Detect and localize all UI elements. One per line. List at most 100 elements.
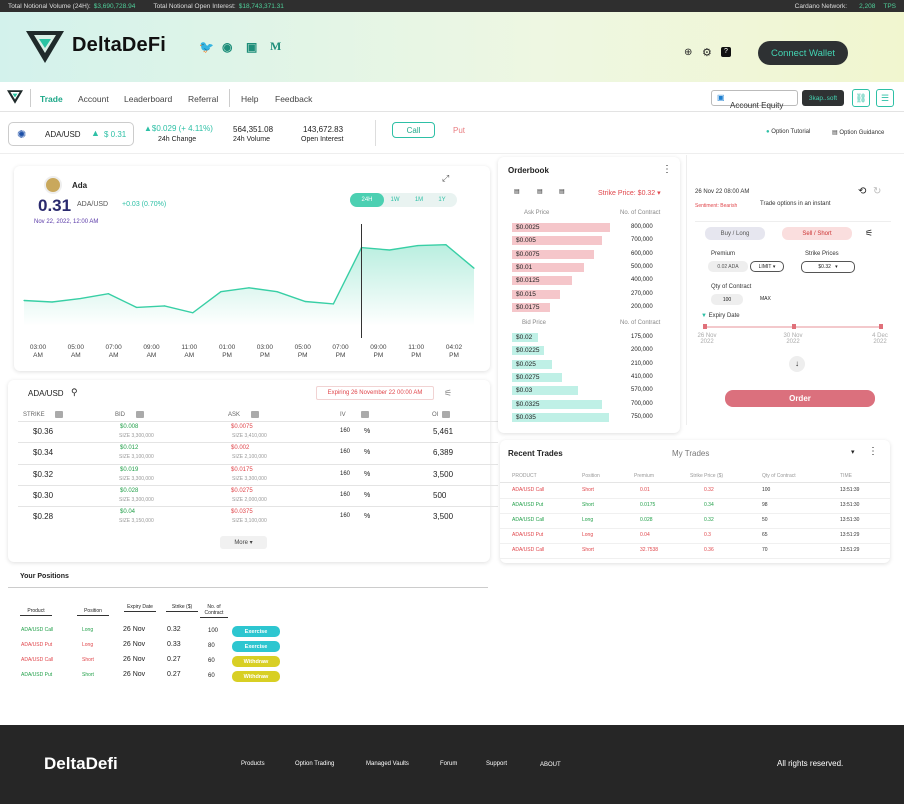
- sort-icon[interactable]: [251, 411, 259, 418]
- gear-icon[interactable]: ⚙: [702, 46, 712, 59]
- history-icon[interactable]: ⟲: [858, 186, 866, 197]
- book-view-asks-icon[interactable]: ▤: [559, 188, 565, 195]
- sort-icon[interactable]: [361, 411, 369, 418]
- tutorial-link[interactable]: ● Option Tutorial: [766, 129, 810, 135]
- strike-label: Strike Prices: [805, 251, 839, 257]
- nav-logo-icon[interactable]: [7, 90, 23, 104]
- iv-pct: %: [364, 449, 371, 457]
- market-bar: ✺ ADA/USD ▲ $ 0.31 ▲$0.029 (+ 4.11%) 24h…: [0, 114, 904, 154]
- book-view-both-icon[interactable]: ▤: [514, 188, 520, 195]
- nav-trade[interactable]: Trade: [40, 94, 63, 104]
- pair-selector[interactable]: ✺ ADA/USD ▲ $ 0.31: [8, 122, 134, 146]
- logo-icon[interactable]: [26, 31, 64, 63]
- put-button[interactable]: Put: [453, 126, 465, 135]
- call-button[interactable]: Call: [392, 122, 435, 138]
- more-vert-icon[interactable]: ⋮: [662, 164, 672, 175]
- link-icon[interactable]: ⛓: [852, 89, 870, 107]
- range-24h[interactable]: 24H: [350, 193, 384, 207]
- chevron-down-icon: ▾: [249, 540, 253, 546]
- connect-wallet-button[interactable]: Connect Wallet: [758, 41, 848, 65]
- discord-icon[interactable]: ▣: [246, 40, 257, 54]
- range-1w[interactable]: 1W: [386, 193, 404, 207]
- max-button[interactable]: MAX: [760, 296, 771, 302]
- nav-account[interactable]: Account: [78, 94, 109, 104]
- refresh-icon[interactable]: ↻: [873, 186, 881, 197]
- bid-level[interactable]: $0.035: [512, 412, 609, 422]
- oi-cell: 3,500: [433, 469, 454, 479]
- exercise-button[interactable]: Exercise: [232, 641, 280, 652]
- chart-point: [473, 267, 475, 269]
- strike-selector[interactable]: Strike Price: $0.32 ▾: [598, 189, 661, 197]
- expiry-handle[interactable]: [703, 324, 707, 329]
- nav-leaderboard[interactable]: Leaderboard: [124, 94, 172, 104]
- ask-level[interactable]: $0.0025: [512, 223, 610, 232]
- footer-link-products[interactable]: Products: [241, 761, 265, 767]
- chart-point: [276, 291, 278, 293]
- filter-icon[interactable]: ⚟: [444, 388, 452, 399]
- nav-feedback[interactable]: Feedback: [275, 94, 312, 104]
- bid-level[interactable]: $0.03: [512, 386, 578, 396]
- globe-icon[interactable]: ⊕: [684, 47, 692, 58]
- ask-level[interactable]: $0.015: [512, 289, 560, 299]
- bid-level[interactable]: $0.02: [512, 333, 538, 342]
- bid-size: SIZE 3,300,000: [119, 433, 154, 439]
- strike-cell: $0.36: [33, 427, 54, 436]
- sort-icon[interactable]: [442, 411, 450, 418]
- book-view-bids-icon[interactable]: ▤: [537, 188, 543, 195]
- price-chart[interactable]: 03:00AM05:00AM07:00AM09:00AM11:00AM01:00…: [14, 216, 490, 371]
- sort-icon[interactable]: [55, 411, 63, 418]
- footer-link-about[interactable]: ABOUT: [540, 762, 561, 768]
- range-1y[interactable]: 1Y: [433, 193, 451, 207]
- account-equity-button[interactable]: ▣ Account Equity: [711, 90, 798, 110]
- ask-level[interactable]: $0.0125: [512, 276, 572, 286]
- more-button[interactable]: More ▾: [220, 536, 267, 549]
- expiry-selector[interactable]: Expiring 26 November 22 00:00 AM: [316, 386, 434, 400]
- exercise-button[interactable]: Exercise: [232, 626, 280, 637]
- range-1m[interactable]: 1M: [410, 193, 428, 207]
- strike-select[interactable]: $0.32 ▾: [801, 261, 855, 273]
- guidance-label: Option Guidance: [839, 130, 885, 136]
- buy-long-button[interactable]: Buy / Long: [705, 227, 765, 240]
- ask-level[interactable]: $0.0075: [512, 249, 594, 259]
- footer-link-option-trading[interactable]: Option Trading: [295, 761, 334, 767]
- arrow-down-icon[interactable]: ↓: [789, 356, 805, 372]
- withdraw-button[interactable]: Withdraw: [232, 671, 280, 682]
- bid-level[interactable]: $0.0325: [512, 399, 602, 409]
- wallet-address-button[interactable]: 3kap..soft: [802, 90, 844, 106]
- more-vert-icon[interactable]: ⋮: [868, 446, 878, 457]
- bid-price: $0.0275: [516, 373, 540, 381]
- search-icon[interactable]: ⚲: [71, 387, 78, 398]
- nav-referral[interactable]: Referral: [188, 94, 218, 104]
- bid-level[interactable]: $0.025: [512, 359, 552, 369]
- my-trades-tab[interactable]: My Trades: [672, 449, 709, 458]
- bid-level[interactable]: $0.0225: [512, 346, 544, 356]
- chain-row[interactable]: $0.28 $0.04 SIZE 3,150,000 $0.0375 SIZE 3,10…: [8, 509, 490, 530]
- withdraw-button[interactable]: Withdraw: [232, 656, 280, 667]
- guidance-link[interactable]: ▤ Option Guidance: [832, 129, 884, 136]
- sell-short-button[interactable]: Sell / Short: [782, 227, 852, 240]
- bid-price: $0.03: [516, 387, 533, 395]
- settings-sliders-icon[interactable]: ☰: [876, 89, 894, 107]
- footer-link-forum[interactable]: Forum: [440, 761, 457, 767]
- footer-link-support[interactable]: Support: [486, 761, 507, 767]
- x-tick-label: PM: [298, 352, 308, 359]
- help-icon[interactable]: ?: [721, 47, 731, 57]
- chevron-down-icon[interactable]: ▾: [851, 448, 855, 456]
- footer-link-managed-vaults[interactable]: Managed Vaults: [366, 761, 409, 767]
- sort-icon[interactable]: [136, 411, 144, 418]
- bid-level[interactable]: $0.0275: [512, 372, 562, 382]
- nav-help[interactable]: Help: [241, 94, 258, 104]
- order-button[interactable]: Order: [725, 390, 875, 407]
- expand-icon[interactable]: ⤢: [442, 173, 449, 184]
- medium-icon[interactable]: M: [270, 39, 281, 54]
- reddit-icon[interactable]: ◉: [222, 40, 232, 54]
- ask-level[interactable]: $0.005: [512, 236, 602, 246]
- order-type-select[interactable]: LIMIT ▾: [750, 261, 784, 272]
- ask-level[interactable]: $0.01: [512, 262, 584, 272]
- ask-qty: 600,000: [631, 250, 653, 257]
- sliders-icon[interactable]: ⚟: [865, 228, 873, 239]
- ask-level[interactable]: $0.0175: [512, 302, 550, 312]
- qty-input[interactable]: 100: [711, 294, 743, 305]
- twitter-icon[interactable]: 🐦: [199, 40, 214, 54]
- premium-input[interactable]: 0.02 ADA: [708, 261, 748, 272]
